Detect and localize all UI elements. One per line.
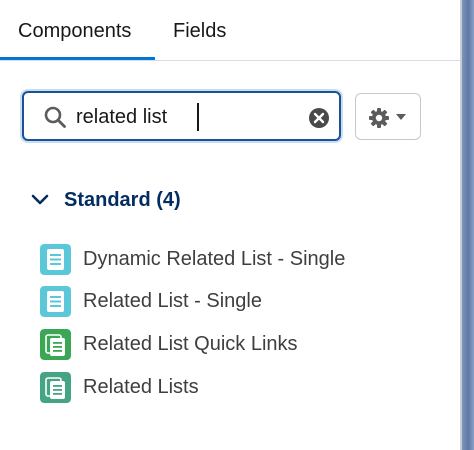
list-item-related-list-single[interactable]: Related List - Single	[40, 286, 440, 318]
list-item-dynamic-related-list-single[interactable]: Dynamic Related List - Single	[40, 244, 440, 276]
list-item-related-list-quick-links[interactable]: Related List Quick Links	[40, 329, 440, 361]
list-item-label: Related List - Single	[83, 290, 262, 312]
related-list-icon	[40, 286, 71, 317]
search-input[interactable]	[76, 103, 296, 131]
search-icon	[44, 106, 66, 128]
gear-icon	[369, 108, 389, 128]
settings-menu-button[interactable]	[355, 93, 421, 140]
list-item-related-lists[interactable]: Related Lists	[40, 372, 440, 404]
chevron-down-icon	[396, 114, 406, 120]
list-item-label: Related List Quick Links	[83, 333, 298, 355]
related-lists-icon	[40, 372, 71, 403]
tab-components[interactable]: Components	[18, 20, 131, 43]
list-item-label: Related Lists	[83, 376, 199, 398]
text-cursor	[197, 103, 199, 131]
chevron-down-icon	[31, 194, 49, 205]
tab-bar: Components Fields	[0, 0, 460, 61]
active-tab-indicator	[0, 57, 155, 60]
tab-fields[interactable]: Fields	[173, 20, 226, 43]
canvas-edge	[460, 0, 474, 450]
list-item-label: Dynamic Related List - Single	[83, 248, 346, 270]
search-box[interactable]	[22, 91, 341, 141]
related-list-icon	[40, 244, 71, 275]
clear-search-icon[interactable]	[308, 107, 330, 129]
component-panel: Components Fields related list Standard …	[0, 0, 460, 450]
quick-links-icon	[40, 329, 71, 360]
section-title: Standard (4)	[64, 189, 181, 211]
